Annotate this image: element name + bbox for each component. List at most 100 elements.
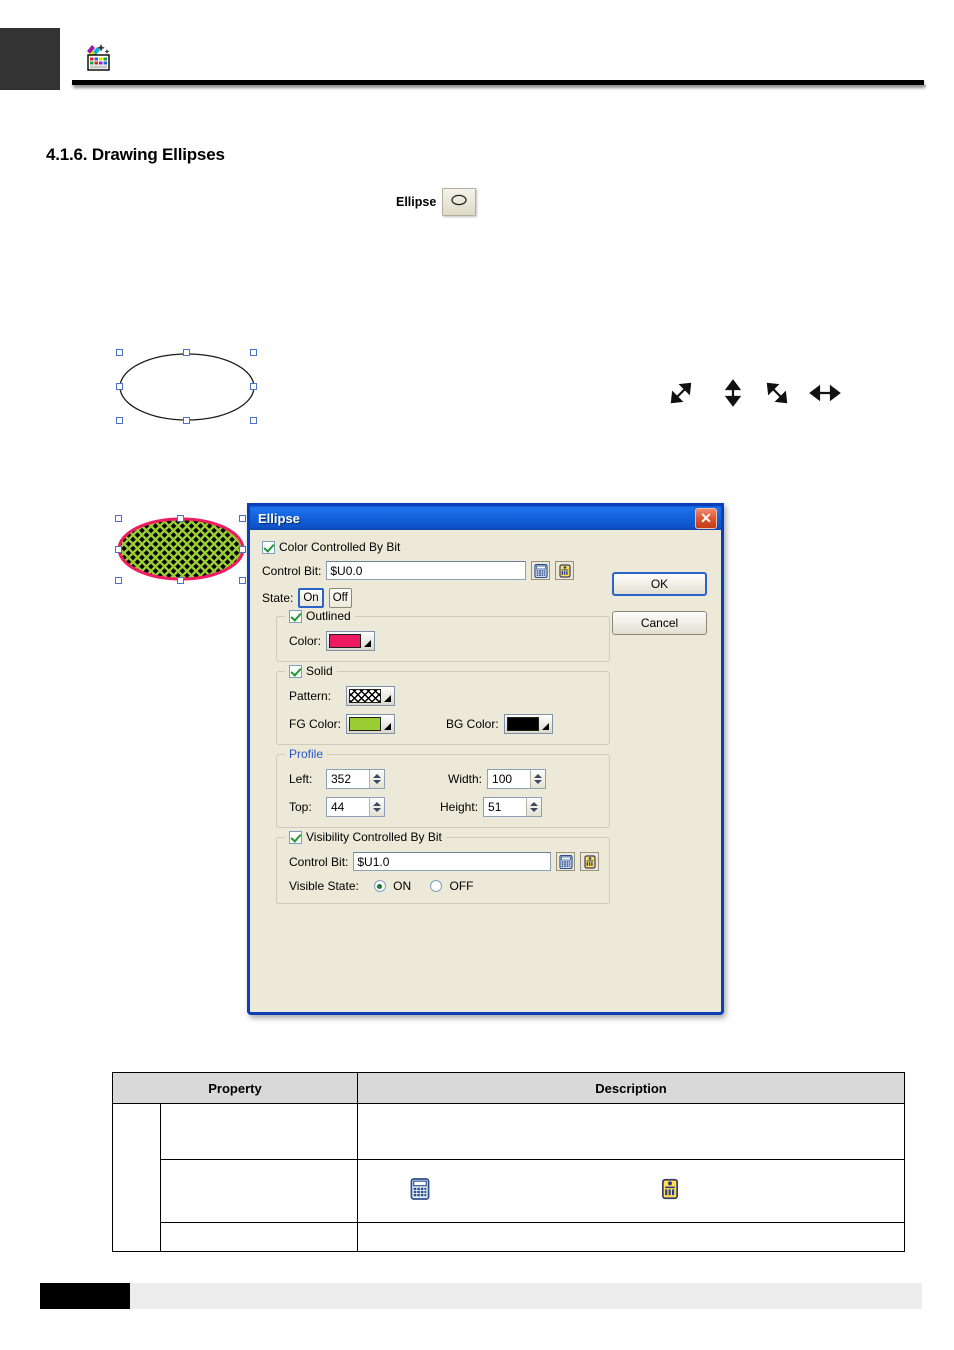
outline-color-fill bbox=[329, 634, 362, 648]
close-icon[interactable]: ✕ bbox=[695, 507, 717, 529]
dialog-titlebar[interactable]: Ellipse ✕ bbox=[247, 503, 724, 530]
left-label: Left: bbox=[289, 772, 313, 786]
profile-group: Profile Left: 352 Width: 100 Top: 44 Hei… bbox=[276, 747, 610, 828]
ellipse-properties-dialog: Ellipse ✕ OK Cancel Color Controlled By … bbox=[247, 503, 724, 1015]
property-description-table: Property Description bbox=[112, 1072, 905, 1252]
width-value[interactable]: 100 bbox=[488, 770, 530, 788]
top-height-row: Top: 44 Height: 51 bbox=[289, 797, 599, 817]
color-controlled-by-bit-label: Color Controlled By Bit bbox=[279, 540, 401, 554]
selection-handle-w[interactable] bbox=[116, 383, 123, 390]
control-bit-input[interactable]: $U0.0 bbox=[326, 561, 527, 580]
radio-icon bbox=[430, 880, 443, 892]
table-cell-property bbox=[160, 1159, 358, 1223]
height-stepper[interactable]: 51 bbox=[483, 797, 543, 817]
checkbox-icon bbox=[289, 664, 302, 678]
profile-legend: Profile bbox=[285, 747, 328, 761]
top-stepper-buttons[interactable] bbox=[369, 798, 384, 816]
visible-state-off-radio[interactable]: OFF bbox=[430, 879, 474, 893]
top-label: Top: bbox=[289, 800, 312, 814]
radio-icon bbox=[373, 880, 386, 892]
visible-state-label: Visible State: bbox=[289, 879, 359, 893]
selection-handle-sw[interactable] bbox=[115, 577, 122, 584]
calculator-icon[interactable] bbox=[556, 852, 576, 871]
chevron-down-icon bbox=[384, 695, 391, 702]
solid-group: Solid Pattern: FG Color: BG Color: bbox=[276, 664, 610, 745]
chevron-down-icon bbox=[373, 808, 381, 812]
pattern-preview bbox=[349, 689, 381, 703]
dialog-actions: OK Cancel bbox=[612, 572, 707, 635]
state-row: State: On Off bbox=[262, 588, 610, 608]
selection-handle-n[interactable] bbox=[183, 349, 190, 356]
outline-color-label: Color: bbox=[289, 634, 322, 648]
selection-handle-ne[interactable] bbox=[250, 349, 257, 356]
top-stepper[interactable]: 44 bbox=[326, 797, 385, 817]
state-off-button[interactable]: Off bbox=[328, 588, 352, 608]
selection-handle-s[interactable] bbox=[183, 417, 190, 424]
selection-handle-e[interactable] bbox=[250, 383, 257, 390]
solid-legend[interactable]: Solid bbox=[285, 664, 337, 678]
outlined-label: Outlined bbox=[306, 609, 351, 623]
ellipse-tool-button[interactable] bbox=[442, 188, 477, 216]
table-cell-description-icons bbox=[357, 1159, 905, 1223]
selection-handle-sw[interactable] bbox=[116, 417, 123, 424]
resize-horizontal-cursor bbox=[809, 384, 841, 402]
fg-color-swatch[interactable] bbox=[346, 714, 395, 734]
selection-handle-se[interactable] bbox=[239, 577, 246, 584]
visible-state-on-radio[interactable]: ON bbox=[373, 879, 411, 893]
pattern-swatch[interactable] bbox=[346, 686, 395, 706]
paint-palette-icon bbox=[84, 42, 112, 72]
chevron-up-icon bbox=[373, 774, 381, 778]
selection-handle-se[interactable] bbox=[250, 417, 257, 424]
solid-label: Solid bbox=[306, 664, 333, 678]
visible-state-row: Visible State: ON OFF bbox=[289, 879, 599, 893]
visibility-control-bit-label: Control Bit: bbox=[289, 854, 349, 869]
checkbox-icon bbox=[289, 609, 302, 623]
selection-handle-nw[interactable] bbox=[115, 515, 122, 522]
patterned-ellipse-canvas[interactable] bbox=[106, 508, 256, 590]
outlined-legend[interactable]: Outlined bbox=[285, 609, 355, 623]
table-cell-property bbox=[160, 1222, 358, 1252]
pattern-row: Pattern: bbox=[289, 686, 599, 706]
top-value[interactable]: 44 bbox=[327, 798, 369, 816]
state-label: State: bbox=[262, 591, 294, 605]
tag-icon[interactable] bbox=[555, 561, 575, 580]
left-stepper-buttons[interactable] bbox=[369, 770, 384, 788]
width-label: Width: bbox=[448, 772, 483, 786]
height-value[interactable]: 51 bbox=[484, 798, 526, 816]
bg-color-swatch[interactable] bbox=[503, 714, 553, 734]
left-stepper[interactable]: 352 bbox=[326, 769, 385, 789]
chevron-up-icon bbox=[534, 774, 543, 778]
selection-handle-nw[interactable] bbox=[116, 349, 123, 356]
cancel-button[interactable]: Cancel bbox=[612, 611, 707, 635]
visibility-label: Visibility Controlled By Bit bbox=[306, 830, 442, 844]
visibility-legend[interactable]: Visibility Controlled By Bit bbox=[285, 830, 446, 844]
ellipse-tool-label: Ellipse bbox=[396, 195, 437, 209]
left-value[interactable]: 352 bbox=[327, 770, 369, 788]
selection-handle-s[interactable] bbox=[177, 577, 184, 584]
selection-handle-e[interactable] bbox=[239, 546, 246, 553]
color-controlled-by-bit-checkbox[interactable]: Color Controlled By Bit bbox=[262, 540, 610, 554]
checkbox-icon bbox=[262, 540, 275, 554]
selection-handle-w[interactable] bbox=[115, 546, 122, 553]
ellipse-tool-row: Ellipse bbox=[396, 188, 477, 216]
tag-icon[interactable] bbox=[580, 852, 600, 871]
selection-handle-n[interactable] bbox=[177, 515, 184, 522]
table-cell-property bbox=[160, 1103, 358, 1160]
visibility-control-bit-input[interactable]: $U1.0 bbox=[353, 852, 552, 871]
width-stepper[interactable]: 100 bbox=[487, 769, 547, 789]
chevron-down-icon bbox=[530, 808, 539, 812]
visibility-control-bit-row: Control Bit: $U1.0 bbox=[289, 852, 600, 871]
height-stepper-buttons[interactable] bbox=[526, 798, 542, 816]
ellipse-shape-icon bbox=[450, 193, 468, 212]
outline-color-swatch[interactable] bbox=[326, 631, 376, 651]
selection-handle-ne[interactable] bbox=[239, 515, 246, 522]
footer-black-block bbox=[40, 1283, 130, 1309]
calculator-icon[interactable] bbox=[531, 561, 551, 580]
dialog-body: OK Cancel Color Controlled By Bit Contro… bbox=[250, 530, 721, 1012]
ok-button[interactable]: OK bbox=[612, 572, 707, 596]
state-on-button[interactable]: On bbox=[298, 588, 324, 608]
plain-ellipse-canvas[interactable] bbox=[112, 344, 262, 430]
table-row bbox=[112, 1103, 905, 1252]
width-stepper-buttons[interactable] bbox=[530, 770, 546, 788]
left-width-row: Left: 352 Width: 100 bbox=[289, 769, 599, 789]
